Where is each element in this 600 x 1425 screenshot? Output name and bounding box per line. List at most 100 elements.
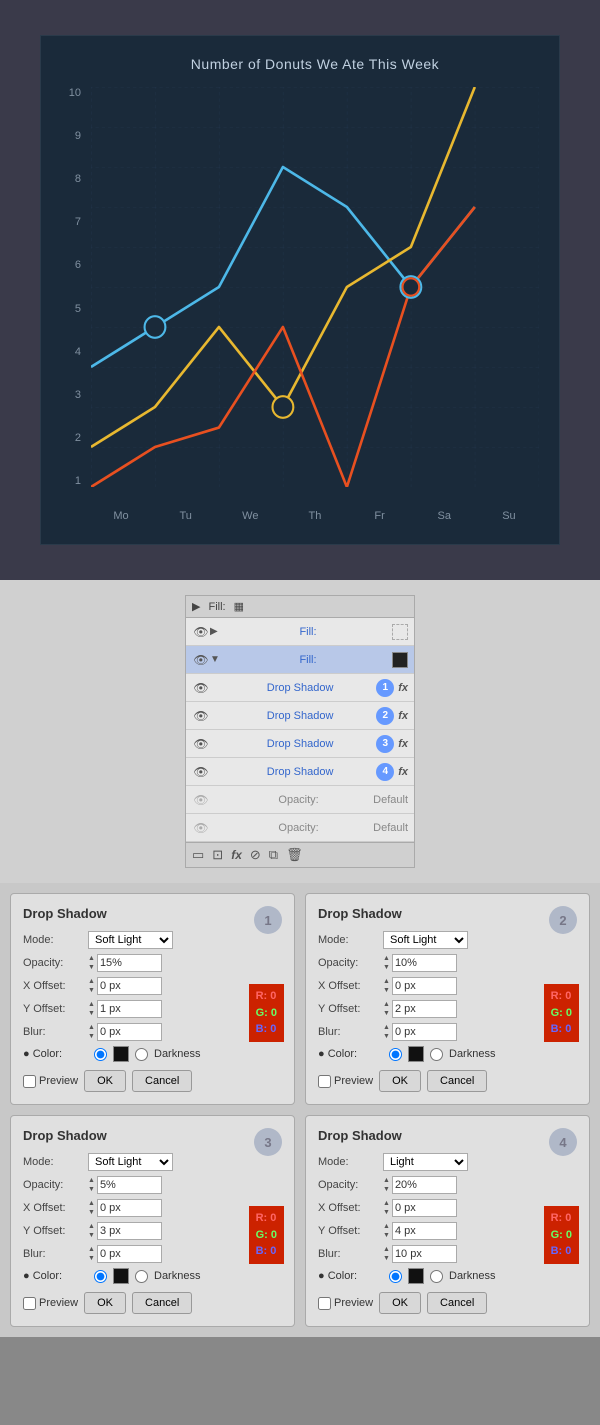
layers-section: ▶ Fill: ▦ 👁 ▶ Fill: 👁 ▼ Fill: 👁 Drop Sha… [0,580,600,883]
ok-button-3[interactable]: OK [84,1292,126,1314]
blur-spinner-2[interactable]: ▲▼ [383,1023,390,1041]
layer-name-fill1: Fill: [224,626,392,638]
color-radio-1[interactable] [94,1048,107,1061]
blur-input-2[interactable]: 0 px [392,1023,457,1041]
opacity-label-3: Opacity: [23,1179,88,1191]
yoffset-input-2[interactable]: 2 px [392,1000,457,1018]
cancel-button-1[interactable]: Cancel [132,1070,192,1092]
darkness-radio-4[interactable] [430,1270,443,1283]
color-swatch-3[interactable] [113,1268,129,1284]
cancel-button-3[interactable]: Cancel [132,1292,192,1314]
xoffset-spinner-2[interactable]: ▲▼ [383,977,390,995]
mode-select-2[interactable]: Soft Light [383,931,468,949]
panel-number-3: 3 [254,1128,282,1156]
eye-icon-1[interactable]: 👁 [192,625,210,639]
x-label-fr: Fr [350,510,410,522]
mode-select-1[interactable]: Soft Light [88,931,173,949]
color-swatch-2[interactable] [408,1046,424,1062]
yoffset-input-3[interactable]: 3 px [97,1222,162,1240]
preview-check-4[interactable] [318,1297,331,1310]
color-swatch-1[interactable] [113,1046,129,1062]
opacity-spinner-3[interactable]: ▲▼ [88,1176,95,1194]
ok-button-1[interactable]: OK [84,1070,126,1092]
blur-spinner-4[interactable]: ▲▼ [383,1245,390,1263]
panel-number-1: 1 [254,906,282,934]
xoffset-input-4[interactable]: 0 px [392,1199,457,1217]
xoffset-input-1[interactable]: 0 px [97,977,162,995]
yoffset-input-4[interactable]: 4 px [392,1222,457,1240]
eye-icon-5[interactable]: 👁 [192,737,210,751]
color-swatch-4[interactable] [408,1268,424,1284]
xoffset-spinner-4[interactable]: ▲▼ [383,1199,390,1217]
rect-icon[interactable]: ▭ [192,847,204,863]
badge-4: 4 [376,763,394,781]
blur-input-4[interactable]: 10 px [392,1245,457,1263]
r-val-3: R: 0 [256,1212,277,1224]
eye-icon-4[interactable]: 👁 [192,709,210,723]
blur-spinner-3[interactable]: ▲▼ [88,1245,95,1263]
blur-input-3[interactable]: 0 px [97,1245,162,1263]
opacity-spinner-2[interactable]: ▲▼ [383,954,390,972]
trash-icon[interactable]: 🗑 [286,847,303,863]
r-val-4: R: 0 [551,1212,572,1224]
preview-wrap-1: Preview [23,1075,78,1088]
yoffset-wrap-4: ▲▼ 4 px [383,1222,457,1240]
layers-row-shadow4[interactable]: 👁 Drop Shadow 4 fx [186,758,414,786]
mode-select-4[interactable]: Light Soft Light [383,1153,468,1171]
color-radio-2[interactable] [389,1048,402,1061]
xoffset-input-2[interactable]: 0 px [392,977,457,995]
color-radio-4[interactable] [389,1270,402,1283]
opacity-input-3[interactable]: 5% [97,1176,162,1194]
darkness-radio-2[interactable] [430,1048,443,1061]
blur-spinner-1[interactable]: ▲▼ [88,1023,95,1041]
yoffset-spinner-1[interactable]: ▲▼ [88,1000,95,1018]
yoffset-spinner-4[interactable]: ▲▼ [383,1222,390,1240]
eye-icon-8[interactable]: 👁 [192,821,210,835]
color-radio-3[interactable] [94,1270,107,1283]
fx-icon-1: fx [398,682,408,694]
opacity-input-1[interactable]: 15% [97,954,162,972]
eye-icon-2[interactable]: 👁 [192,653,210,667]
yoffset-input-1[interactable]: 1 px [97,1000,162,1018]
opacity-input-4[interactable]: 20% [392,1176,457,1194]
darkness-label-2: Darkness [449,1048,495,1060]
yoffset-spinner-2[interactable]: ▲▼ [383,1000,390,1018]
no-icon[interactable]: ⊘ [250,847,261,863]
yoffset-spinner-3[interactable]: ▲▼ [88,1222,95,1240]
darkness-radio-1[interactable] [135,1048,148,1061]
opacity-spinner-1[interactable]: ▲▼ [88,954,95,972]
layers-row-fill1[interactable]: 👁 ▶ Fill: [186,618,414,646]
layers-row-fill2[interactable]: 👁 ▼ Fill: [186,646,414,674]
layers-row-opacity2[interactable]: 👁 Opacity: Default [186,814,414,842]
eye-icon-7[interactable]: 👁 [192,793,210,807]
opacity-input-2[interactable]: 10% [392,954,457,972]
layers-row-shadow2[interactable]: 👁 Drop Shadow 2 fx [186,702,414,730]
xoffset-spinner-3[interactable]: ▲▼ [88,1199,95,1217]
blur-wrap-2: ▲▼ 0 px [383,1023,457,1041]
preview-check-3[interactable] [23,1297,36,1310]
layers-row-shadow3[interactable]: 👁 Drop Shadow 3 fx [186,730,414,758]
preview-check-1[interactable] [23,1075,36,1088]
cancel-button-2[interactable]: Cancel [427,1070,487,1092]
opacity-spinner-4[interactable]: ▲▼ [383,1176,390,1194]
xoffset-spinner-1[interactable]: ▲▼ [88,977,95,995]
x-axis: Mo Tu We Th Fr Sa Su [91,510,539,522]
darkness-radio-3[interactable] [135,1270,148,1283]
panel-title-3: Drop Shadow [23,1128,282,1143]
g-val-3: G: 0 [256,1229,277,1241]
g-val-1: G: 0 [256,1007,277,1019]
layers-row-shadow1[interactable]: 👁 Drop Shadow 1 fx [186,674,414,702]
blur-input-1[interactable]: 0 px [97,1023,162,1041]
preview-check-2[interactable] [318,1075,331,1088]
copy-icon[interactable]: ⧉ [269,847,278,863]
eye-icon-6[interactable]: 👁 [192,765,210,779]
fx-footer-icon[interactable]: fx [231,848,242,862]
cancel-button-4[interactable]: Cancel [427,1292,487,1314]
mode-select-3[interactable]: Soft Light [88,1153,173,1171]
merge-icon[interactable]: ⊡ [212,847,223,863]
ok-button-4[interactable]: OK [379,1292,421,1314]
ok-button-2[interactable]: OK [379,1070,421,1092]
layers-row-opacity1[interactable]: 👁 Opacity: Default [186,786,414,814]
xoffset-input-3[interactable]: 0 px [97,1199,162,1217]
eye-icon-3[interactable]: 👁 [192,681,210,695]
